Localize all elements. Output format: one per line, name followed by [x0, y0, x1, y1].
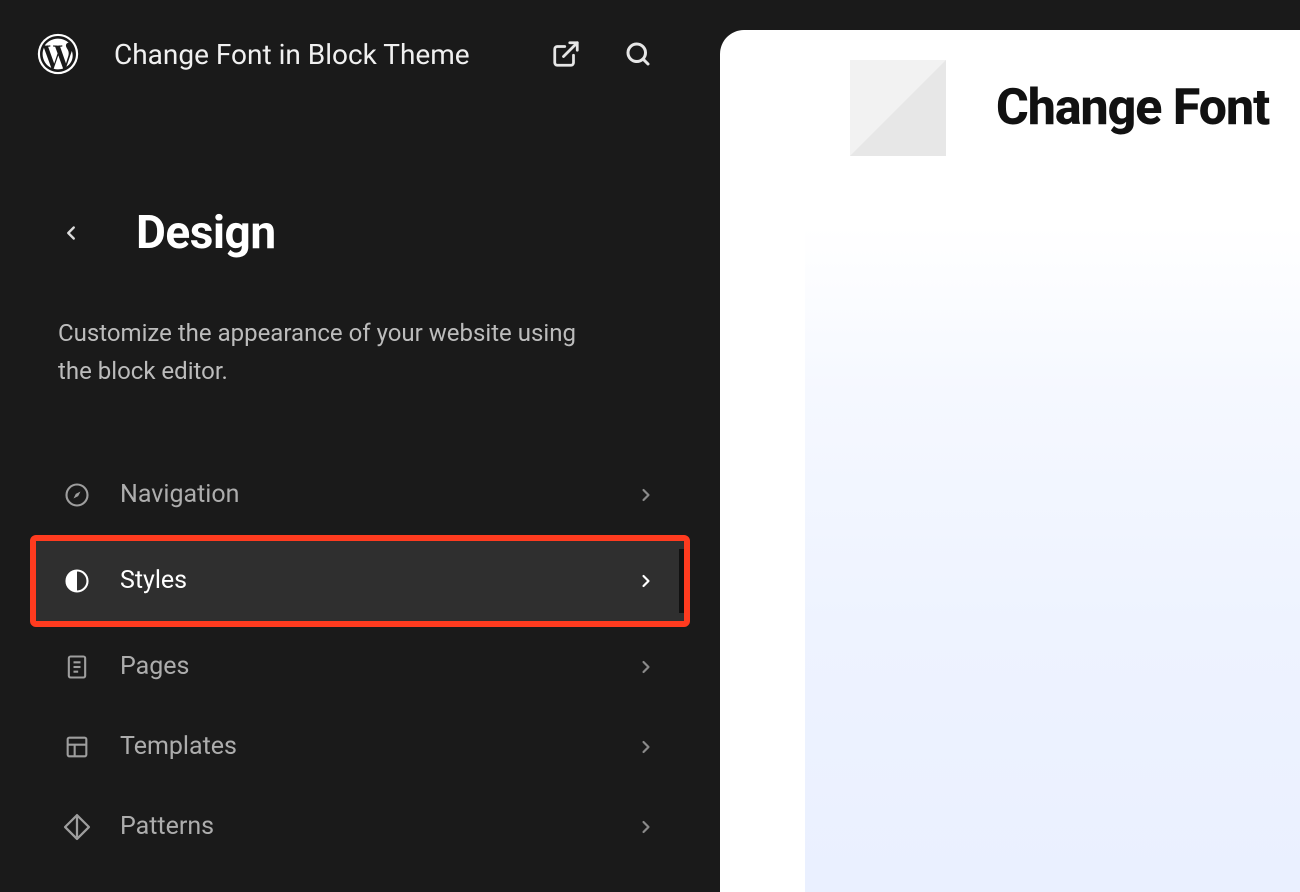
menu-item-styles[interactable]: Styles — [36, 541, 684, 621]
compass-icon — [62, 480, 92, 510]
preview-site-title[interactable]: Change Font — [996, 79, 1269, 137]
section-title: Design — [136, 206, 276, 260]
preview-pane: Change Font — [720, 0, 1300, 892]
menu-item-label: Templates — [120, 732, 634, 761]
layout-icon — [62, 732, 92, 762]
chevron-right-icon — [634, 655, 658, 679]
menu-item-navigation[interactable]: Navigation — [36, 455, 684, 535]
back-button[interactable] — [56, 218, 86, 248]
menu-item-label: Navigation — [120, 480, 634, 509]
chevron-right-icon — [634, 815, 658, 839]
contrast-icon — [62, 566, 92, 596]
menu-item-label: Styles — [120, 566, 634, 595]
canvas-header: Change Font — [720, 30, 1300, 156]
topbar-actions — [550, 38, 684, 70]
page-icon — [62, 652, 92, 682]
section-description: Customize the appearance of your website… — [0, 314, 640, 391]
canvas-content — [805, 226, 1300, 892]
menu-item-pages[interactable]: Pages — [36, 627, 684, 707]
sidebar: Change Font in Block Theme Design Custom… — [0, 0, 720, 892]
diamond-icon — [62, 812, 92, 842]
site-title: Change Font in Block Theme — [114, 38, 516, 71]
menu-item-label: Pages — [120, 652, 634, 681]
section-header: Design — [0, 206, 720, 260]
wordpress-logo[interactable] — [36, 32, 80, 76]
menu-item-templates[interactable]: Templates — [36, 707, 684, 787]
site-logo-placeholder[interactable] — [850, 60, 946, 156]
menu-item-label: Patterns — [120, 812, 634, 841]
external-link-icon[interactable] — [550, 38, 582, 70]
site-canvas[interactable]: Change Font — [720, 30, 1300, 892]
highlight-annotation: Styles — [30, 535, 690, 627]
menu-item-patterns[interactable]: Patterns — [36, 787, 684, 867]
chevron-right-icon — [634, 735, 658, 759]
topbar: Change Font in Block Theme — [0, 0, 720, 76]
chevron-right-icon — [634, 483, 658, 507]
design-menu: Navigation Styles Pages — [0, 455, 720, 867]
search-icon[interactable] — [622, 38, 654, 70]
chevron-right-icon — [634, 569, 658, 593]
